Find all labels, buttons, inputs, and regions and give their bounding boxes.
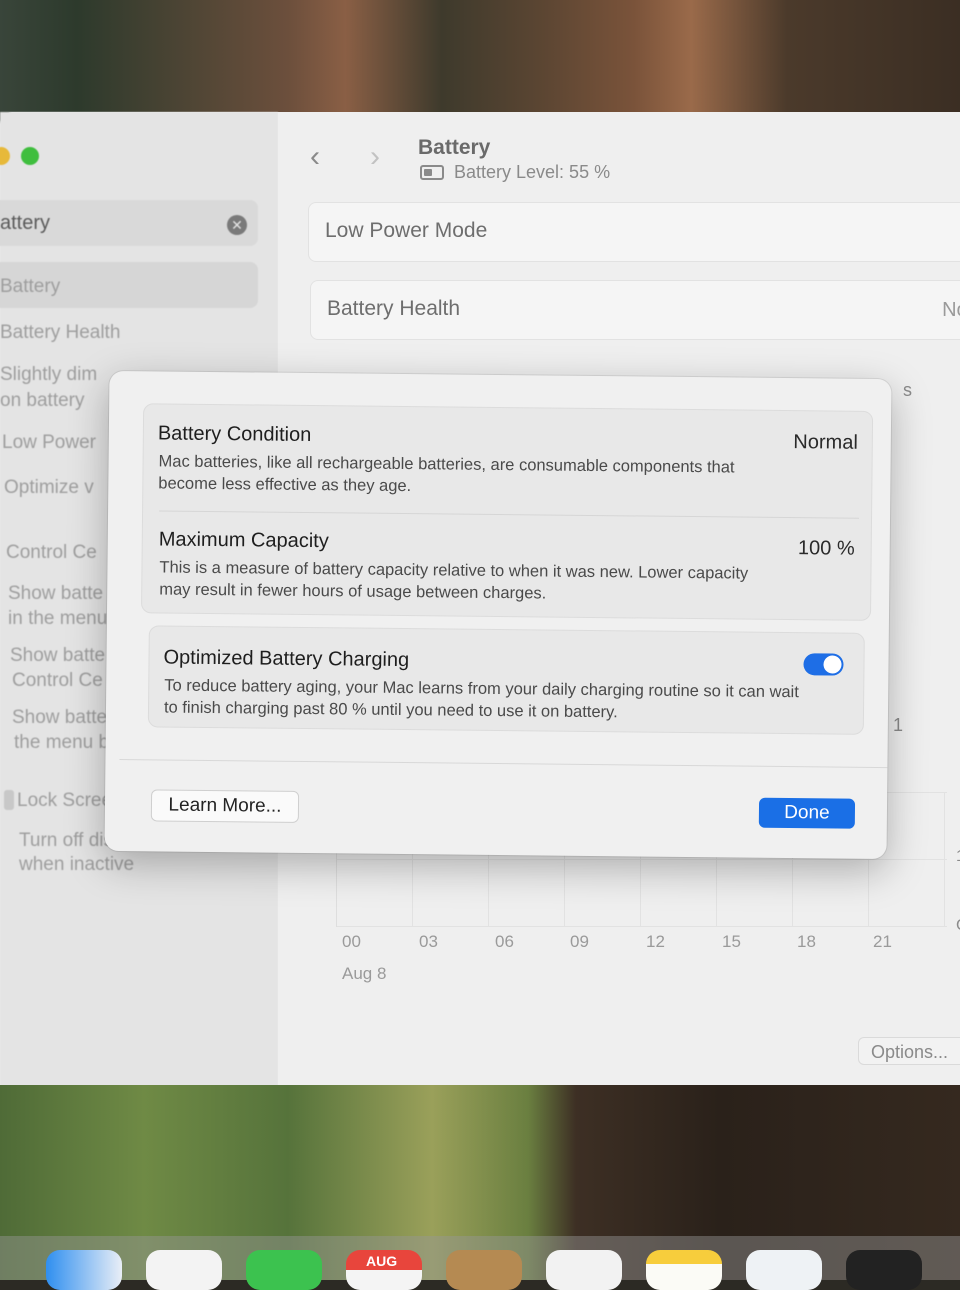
maximum-capacity-value: 100 % bbox=[797, 537, 855, 560]
facetime-icon[interactable] bbox=[246, 1250, 322, 1290]
chart-tick-label: 12 bbox=[646, 932, 665, 951]
group-divider bbox=[159, 510, 860, 519]
minimize-button[interactable] bbox=[0, 147, 10, 165]
lock-screen-icon bbox=[4, 790, 14, 810]
chart-date-label: Aug 8 bbox=[342, 964, 387, 983]
battery-health-sheet: Battery Condition Normal Mac batteries, … bbox=[104, 370, 892, 860]
sidebar-item-show-battery-cc-line2: Control Ce bbox=[12, 670, 103, 691]
sidebar-item-turn-off-display[interactable]: Turn off dis bbox=[19, 828, 113, 854]
sidebar-item-slightly-dim-line2: on battery bbox=[0, 390, 85, 411]
sidebar-item-control-center[interactable]: Control Ce bbox=[6, 540, 97, 566]
maximum-capacity-title: Maximum Capacity bbox=[158, 528, 329, 553]
sidebar-item-low-power[interactable]: Low Power bbox=[2, 430, 96, 456]
done-button[interactable]: Done bbox=[758, 797, 856, 829]
sidebar-item-turn-off-display-line2: when inactive bbox=[19, 854, 135, 875]
notes-icon[interactable] bbox=[646, 1250, 722, 1290]
optimized-charging-title: Optimized Battery Charging bbox=[163, 646, 410, 672]
battery-condition-title: Battery Condition bbox=[157, 422, 312, 447]
zoom-button[interactable] bbox=[21, 147, 39, 165]
optimized-charging-group: Optimized Battery Charging To reduce bat… bbox=[147, 625, 865, 735]
search-clear-icon[interactable]: ✕ bbox=[227, 215, 247, 235]
partial-text: s bbox=[903, 380, 912, 400]
chart-axis-label: C bbox=[956, 917, 960, 935]
battery-icon bbox=[420, 165, 444, 180]
preview-icon[interactable] bbox=[746, 1250, 822, 1290]
forward-chevron-icon[interactable]: › bbox=[370, 140, 380, 174]
back-chevron-icon[interactable]: ‹ bbox=[310, 140, 320, 174]
desktop-wallpaper-top bbox=[0, 0, 960, 130]
sidebar-item-show-battery-menubar-line2: the menu b bbox=[14, 732, 110, 753]
chart-tick-label: 00 bbox=[342, 932, 361, 951]
chart-tick-label: 06 bbox=[495, 932, 514, 951]
chart-axis-label: 1 bbox=[956, 848, 960, 866]
optimized-charging-description: To reduce battery aging, your Mac learns… bbox=[163, 676, 799, 722]
battery-health-value: Norm bbox=[942, 299, 960, 321]
tv-icon[interactable] bbox=[846, 1250, 922, 1290]
sidebar-item-show-battery-menu[interactable]: Show batte bbox=[8, 581, 103, 607]
options-button[interactable]: Options... bbox=[858, 1037, 960, 1065]
battery-condition-description: Mac batteries, like all rechargeable bat… bbox=[158, 452, 735, 496]
low-power-mode-label: Low Power Mode bbox=[325, 219, 488, 242]
toggle-knob bbox=[823, 655, 842, 674]
battery-info-group: Battery Condition Normal Mac batteries, … bbox=[140, 403, 874, 621]
optimized-charging-toggle[interactable] bbox=[803, 653, 844, 676]
page-title: Battery bbox=[418, 136, 491, 159]
chart-tick-label: 09 bbox=[570, 932, 589, 951]
sidebar-item-slightly-dim[interactable]: Slightly dim bbox=[0, 362, 97, 388]
sidebar-search-text: attery bbox=[0, 212, 51, 234]
footer-divider bbox=[119, 759, 888, 769]
contacts-icon[interactable] bbox=[446, 1250, 522, 1290]
reminders-icon[interactable] bbox=[546, 1250, 622, 1290]
chart-gridline bbox=[337, 859, 947, 860]
chart-tick-label: 18 bbox=[797, 932, 816, 951]
chart-tick-label: 21 bbox=[873, 932, 892, 951]
sidebar-item-lock-screen[interactable]: Lock Scree bbox=[17, 788, 112, 814]
maximum-capacity-description: This is a measure of battery capacity re… bbox=[159, 558, 749, 603]
calendar-month-label: AUG bbox=[366, 1253, 398, 1269]
photos-icon[interactable] bbox=[146, 1250, 222, 1290]
sidebar-item-show-battery-cc[interactable]: Show batte bbox=[10, 643, 105, 669]
chart-tick-label: 15 bbox=[722, 932, 741, 951]
sidebar-item-battery-health[interactable]: Battery Health bbox=[0, 320, 120, 346]
sidebar-item-show-battery-menubar[interactable]: Show batte bbox=[12, 705, 107, 731]
low-power-mode-row[interactable]: Low Power Mode N bbox=[308, 202, 960, 262]
chart-gridline bbox=[337, 926, 947, 927]
battery-health-row[interactable]: Battery Health Norm bbox=[310, 280, 960, 340]
sidebar-item-battery[interactable]: Battery bbox=[0, 274, 60, 300]
learn-more-button[interactable]: Learn More... bbox=[150, 789, 300, 823]
partial-text: 1 bbox=[893, 715, 904, 735]
battery-condition-value: Normal bbox=[793, 431, 858, 454]
chart-tick-label: 03 bbox=[419, 932, 438, 951]
battery-level-text: Battery Level: 55 % bbox=[454, 162, 611, 182]
sidebar-item-optimize[interactable]: Optimize v bbox=[4, 475, 94, 501]
finder-icon[interactable] bbox=[46, 1250, 122, 1290]
battery-health-label: Battery Health bbox=[327, 297, 461, 320]
sidebar-item-show-battery-menu-line2: in the menu bbox=[8, 608, 108, 629]
